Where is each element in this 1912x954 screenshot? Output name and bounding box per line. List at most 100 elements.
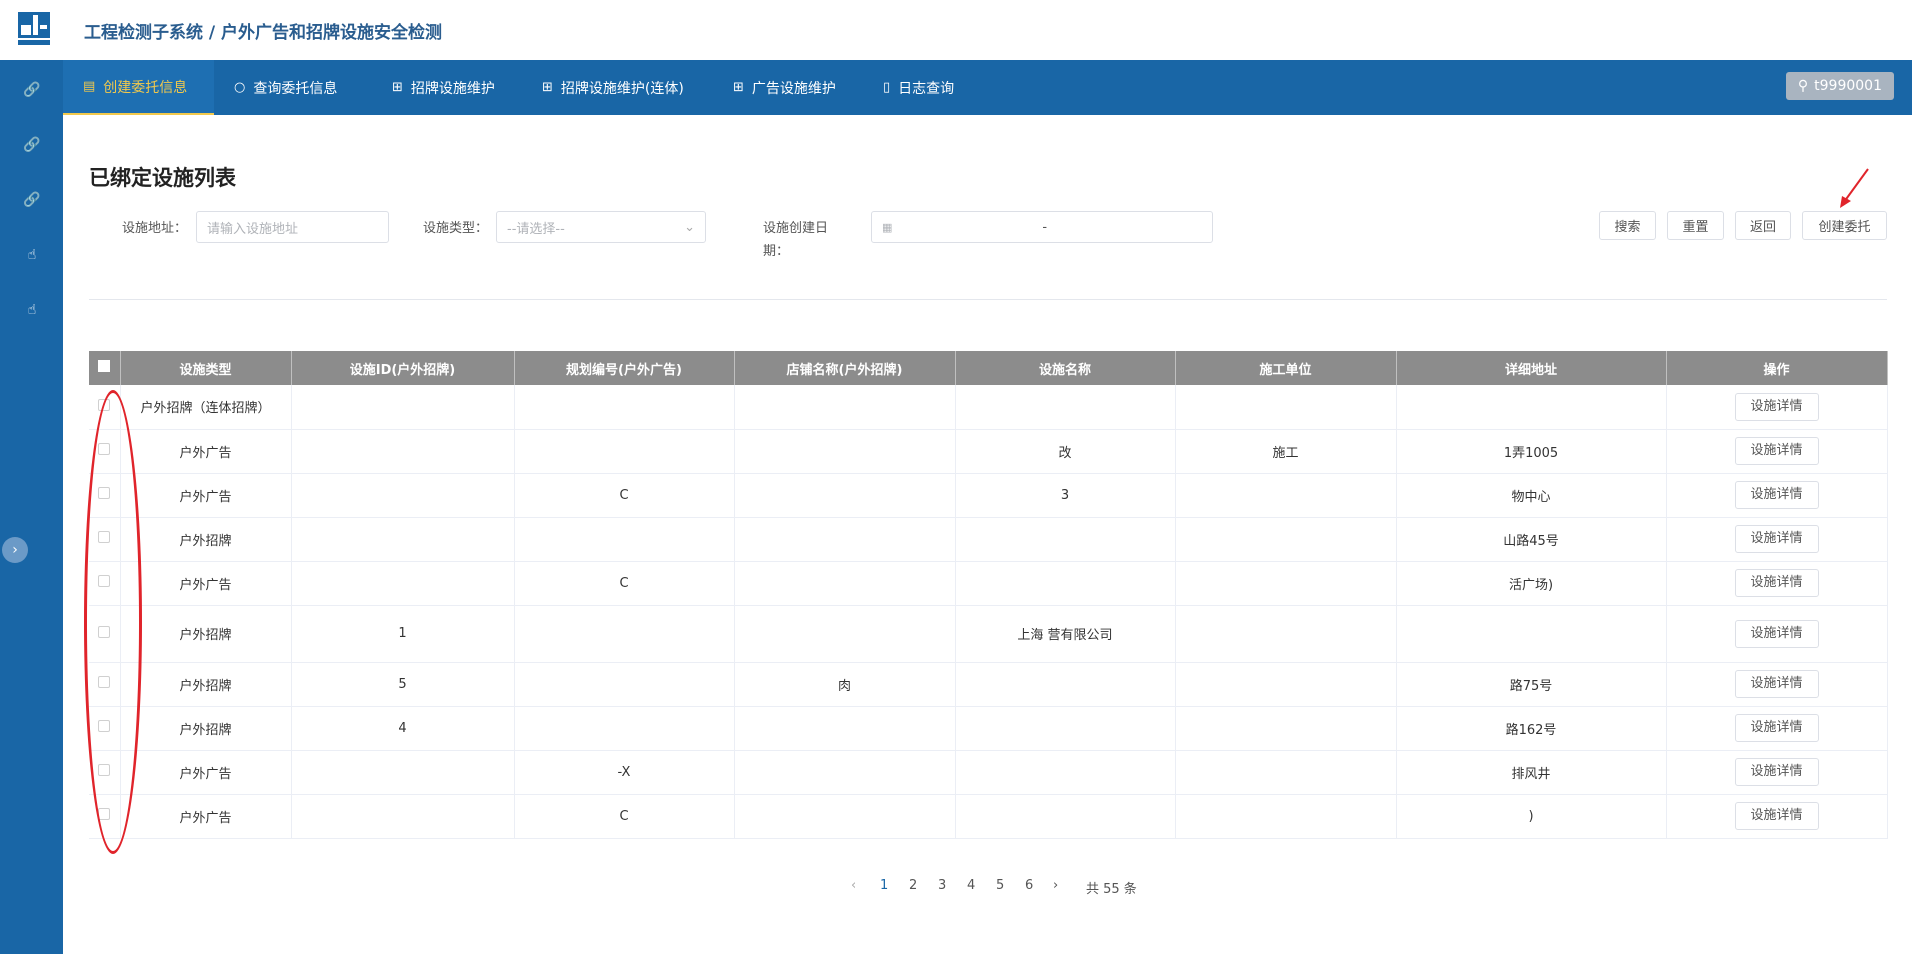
facility-detail-button[interactable]: 设施详情 (1734, 525, 1819, 553)
back-button[interactable]: 返回 (1735, 211, 1791, 240)
cell-text: 户外广告 (179, 577, 232, 593)
facility-detail-button[interactable]: 设施详情 (1734, 714, 1819, 742)
cell-builder (1175, 662, 1397, 707)
tab-label: 日志查询 (898, 80, 955, 97)
column-header: 设施类型 (120, 351, 292, 385)
tab-log-query[interactable]: ▯ 日志查询 (863, 60, 974, 115)
cell-address (1396, 385, 1667, 430)
cell-text: 路75号 (1509, 678, 1553, 694)
user-menu-button[interactable]: ⚲ t9990001 (1785, 72, 1894, 100)
cell-type: 户外广告 (120, 750, 292, 795)
cell-plan (514, 385, 735, 430)
cell-id (291, 473, 515, 518)
cell-action: 设施详情 (1666, 561, 1888, 606)
reset-button[interactable]: 重置 (1667, 211, 1724, 240)
tab-label: 招牌设施维护 (410, 80, 495, 97)
cell-text: 户外广告 (179, 810, 232, 826)
page-4[interactable]: 4 (967, 878, 975, 893)
cell-action: 设施详情 (1666, 662, 1888, 707)
facility-detail-button[interactable]: 设施详情 (1734, 481, 1819, 509)
prev-page-button[interactable]: ‹ (851, 878, 856, 893)
facility-detail-button[interactable]: 设施详情 (1734, 437, 1819, 465)
facility-detail-button[interactable]: 设施详情 (1734, 758, 1819, 786)
cell-id: 5 (291, 662, 515, 707)
cell-text: 施工 (1272, 445, 1299, 461)
tab-ad-maintenance[interactable]: ⊞ 广告设施维护 (713, 60, 856, 115)
facility-detail-button[interactable]: 设施详情 (1734, 802, 1819, 830)
cell-text: 户外广告 (179, 766, 232, 782)
facility-detail-button[interactable]: 设施详情 (1734, 619, 1819, 648)
tab-sign-maintenance-joint[interactable]: ⊞ 招牌设施维护(连体) (522, 60, 704, 115)
nav-bar: ▤ 创建委托信息 ○ 查询委托信息 ⊞ 招牌设施维护 ⊞ 招牌设施维护(连体) … (63, 60, 1912, 115)
cell-builder (1175, 706, 1397, 751)
cell-builder (1175, 473, 1397, 518)
cell-action: 设施详情 (1666, 473, 1888, 518)
cell-plan: C (514, 473, 735, 518)
chevron-down-icon: ⌄ (684, 219, 695, 235)
link-icon[interactable]: 🔗 (22, 135, 42, 155)
next-page-button[interactable]: › (1053, 878, 1058, 893)
cell-name (955, 794, 1176, 839)
cell-text: ) (1528, 808, 1534, 824)
link-icon[interactable]: 🔗 (22, 190, 42, 210)
type-select[interactable]: --请选择-- ⌄ (496, 211, 706, 243)
cell-address: 路75号 (1396, 662, 1667, 707)
cell-action: 设施详情 (1666, 385, 1888, 430)
cell-plan (514, 517, 735, 562)
cell-shop (734, 794, 956, 839)
facility-detail-button[interactable]: 设施详情 (1734, 392, 1819, 421)
column-header: 规划编号(户外广告) (514, 351, 735, 385)
page-2[interactable]: 2 (909, 878, 917, 893)
select-all-checkbox[interactable] (98, 360, 111, 372)
divider (89, 299, 1887, 300)
cell-text: C (619, 808, 629, 824)
page-3[interactable]: 3 (938, 878, 946, 893)
cell-builder (1175, 750, 1397, 795)
cell-text: 户外招牌 (179, 628, 232, 643)
page-5[interactable]: 5 (996, 878, 1004, 893)
column-header: 详细地址 (1396, 351, 1667, 385)
sidebar-expand-button[interactable]: › (2, 537, 28, 563)
cell-shop (734, 517, 956, 562)
table-row: 户外广告 C) 设施详情 (89, 794, 1888, 839)
page-6[interactable]: 6 (1025, 878, 1033, 893)
date-range-picker[interactable]: ▦ - (871, 211, 1213, 243)
tab-sign-maintenance[interactable]: ⊞ 招牌设施维护 (372, 60, 515, 115)
search-button[interactable]: 搜索 (1599, 211, 1656, 240)
column-header: 操作 (1666, 351, 1888, 385)
facility-detail-button[interactable]: 设施详情 (1734, 670, 1819, 698)
select-all[interactable] (89, 351, 121, 385)
document-add-icon: ⊞ (733, 80, 744, 95)
cell-name (955, 385, 1176, 430)
pointer-icon[interactable]: ☝ (22, 300, 42, 320)
cell-shop (734, 750, 956, 795)
cell-id (291, 561, 515, 606)
column-header: 设施名称 (955, 351, 1176, 385)
cell-text: 山路45号 (1503, 533, 1559, 549)
cell-id (291, 750, 515, 795)
facility-detail-button[interactable]: 设施详情 (1734, 569, 1819, 597)
link-icon[interactable]: 🔗 (22, 80, 42, 100)
tab-create-commission[interactable]: ▤ 创建委托信息 (63, 60, 214, 115)
calendar-icon: ▦ (882, 220, 893, 234)
create-commission-button[interactable]: 创建委托 (1802, 211, 1887, 240)
cell-shop: 肉 (734, 662, 956, 707)
table-header: 设施类型 设施ID(户外招牌) 规划编号(户外广告) 店铺名称(户外招牌) 设施… (89, 351, 1888, 385)
tab-query-commission[interactable]: ○ 查询委托信息 (214, 60, 357, 115)
cell-plan (514, 605, 735, 663)
date-label: 设施创建日 期： (763, 217, 828, 268)
address-input[interactable]: 请输入设施地址 (196, 211, 389, 243)
total-count: 共 55 条 (1086, 882, 1137, 897)
cell-text: 户外招牌 (179, 533, 232, 549)
column-header: 设施ID(户外招牌) (291, 351, 515, 385)
cell-plan: -X (514, 750, 735, 795)
cell-shop (734, 561, 956, 606)
cell-id (291, 385, 515, 430)
cell-text: C (619, 575, 629, 591)
pointer-icon[interactable]: ☝ (22, 245, 42, 265)
cell-text: 肉 (837, 678, 851, 694)
page-1[interactable]: 1 (880, 878, 888, 893)
cell-builder (1175, 385, 1397, 430)
date-label-line1: 设施创建日 (763, 221, 829, 236)
cell-action: 设施详情 (1666, 706, 1888, 751)
